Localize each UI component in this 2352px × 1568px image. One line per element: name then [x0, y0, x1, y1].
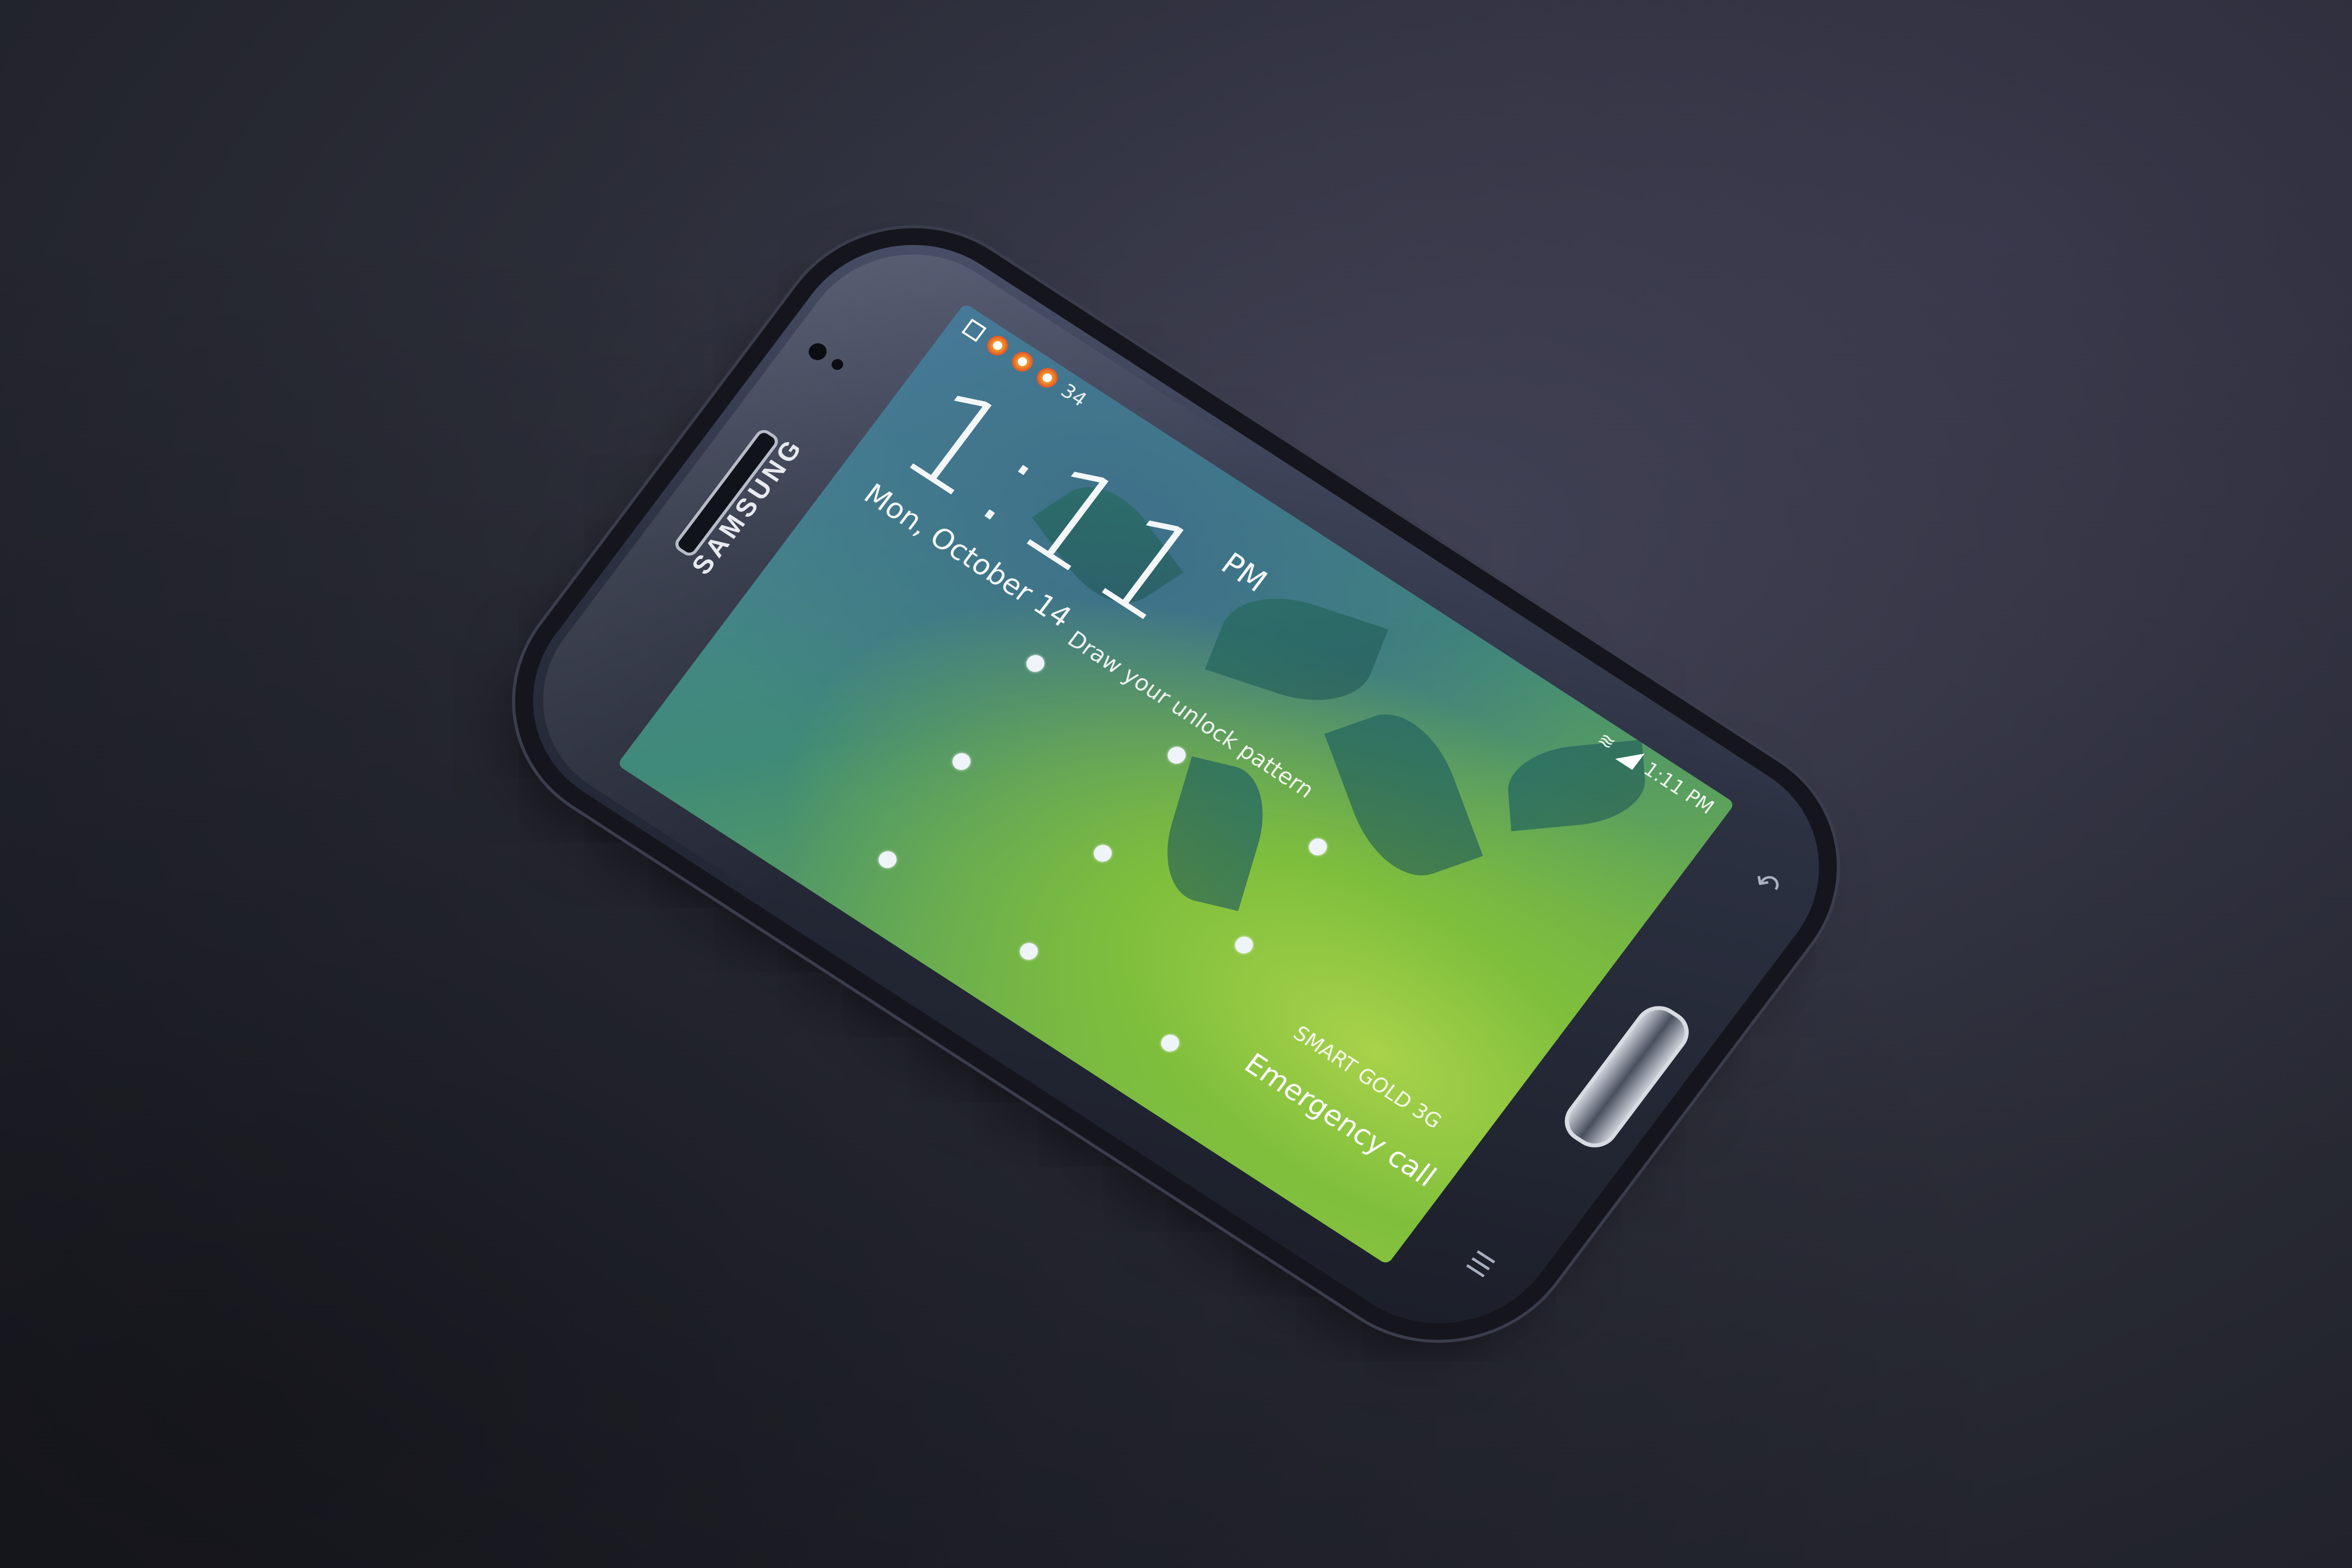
pattern-dot[interactable] — [1164, 743, 1189, 767]
chrome-notification-icon — [1008, 348, 1037, 376]
pattern-dot[interactable] — [875, 848, 900, 872]
pattern-dot[interactable] — [1016, 940, 1042, 963]
wifi-icon: ≋ — [1593, 727, 1621, 755]
chrome-notification-icon — [1032, 364, 1062, 392]
pattern-dot[interactable] — [1231, 933, 1257, 957]
pattern-dot[interactable] — [1090, 841, 1116, 865]
notification-count: 34 — [1057, 379, 1091, 411]
signal-icon — [1615, 742, 1645, 770]
chrome-notification-icon — [983, 332, 1013, 359]
notification-square-icon — [961, 318, 987, 342]
pattern-dot[interactable] — [1023, 651, 1048, 675]
pattern-dot[interactable] — [1305, 835, 1331, 859]
clock-ampm: PM — [1214, 546, 1274, 599]
pattern-dot[interactable] — [1157, 1031, 1183, 1055]
wallpaper-leaf — [1324, 699, 1483, 891]
pattern-dot[interactable] — [949, 750, 974, 773]
